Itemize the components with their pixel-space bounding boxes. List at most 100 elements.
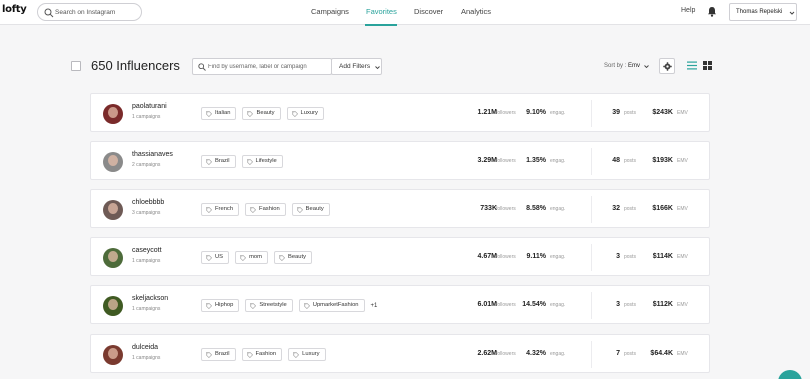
username[interactable]: dulceida — [132, 344, 158, 351]
nav-analytics[interactable]: Analytics — [461, 7, 491, 16]
influencer-row[interactable]: thassianaves 2 campaigns Brazil Lifestyle 3.… — [90, 141, 710, 180]
emv-unit: EMV — [677, 206, 688, 212]
label-tag[interactable]: Beauty — [291, 203, 330, 216]
engagement-unit: engag. — [550, 351, 566, 357]
campaign-count: 1 campaigns — [132, 258, 161, 264]
avatar[interactable] — [103, 104, 123, 124]
label-tag[interactable]: Beauty — [273, 251, 313, 264]
find-input[interactable] — [208, 60, 330, 73]
label-tag[interactable]: Luxury — [286, 107, 324, 120]
tag-icon — [250, 207, 257, 213]
label-tag[interactable]: Brazil — [201, 348, 236, 361]
settings-button[interactable] — [659, 58, 675, 74]
find-filter[interactable] — [192, 58, 332, 75]
label-tag[interactable]: Lifestyle — [241, 155, 283, 168]
username[interactable]: paolaturani — [132, 103, 167, 110]
label-tag[interactable]: Fashion — [241, 348, 283, 361]
label-tag[interactable]: UpmarketFashion — [298, 299, 365, 312]
label-tag-text: Streetstyle — [259, 302, 287, 308]
gear-icon — [663, 62, 672, 71]
label-tag-text: Brazil — [215, 351, 230, 357]
posts-unit: posts — [624, 110, 636, 116]
more-tags-count[interactable]: +1 — [371, 303, 378, 309]
label-tag[interactable]: Fashion — [245, 203, 286, 216]
username[interactable]: caseycott — [132, 247, 162, 254]
label-tag[interactable]: Brazil — [201, 155, 236, 168]
instagram-search[interactable]: Search on Instagram — [37, 3, 142, 21]
influencer-row[interactable]: skeljackson 1 campaigns Hiphop Streetstyle U… — [90, 285, 710, 324]
lofty-logo[interactable]: lofty — [2, 4, 27, 15]
username[interactable]: chloebbbb — [132, 199, 164, 206]
followers-unit: followers — [496, 158, 516, 164]
label-tag-text: Fashion — [259, 206, 280, 212]
nav-campaigns[interactable]: Campaigns — [311, 7, 349, 16]
tag-icon — [206, 159, 212, 165]
influencer-count: 650 Influencers — [91, 58, 180, 73]
label-tag[interactable]: Streetstyle — [245, 299, 293, 312]
tag-icon — [250, 303, 257, 309]
tag-icon — [296, 207, 303, 213]
emv-unit: EMV — [677, 158, 688, 164]
label-tag-text: mom — [249, 254, 262, 260]
tag-icon — [293, 352, 300, 358]
avatar[interactable] — [103, 248, 123, 268]
help-link[interactable]: Help — [681, 7, 695, 14]
list-view-icon[interactable] — [687, 61, 697, 70]
posts-unit: posts — [624, 158, 636, 164]
tag-icon — [206, 207, 212, 213]
influencer-row[interactable]: paolaturani 1 campaigns Italian Beauty Luxur… — [90, 93, 710, 132]
username[interactable]: thassianaves — [132, 151, 173, 158]
influencer-row[interactable]: caseycott 1 campaigns US mom Beauty 4.67M foll… — [90, 237, 710, 276]
engagement-unit: engag. — [550, 206, 566, 212]
followers-unit: followers — [496, 206, 516, 212]
label-tag-text: Luxury — [302, 351, 320, 357]
posts-unit: posts — [624, 351, 636, 357]
grid-view-icon[interactable] — [703, 61, 712, 70]
label-tag[interactable]: French — [201, 203, 240, 216]
chevron-down-icon[interactable] — [644, 64, 649, 69]
avatar[interactable] — [103, 296, 123, 316]
help-chat-button[interactable] — [778, 370, 802, 379]
avatar[interactable] — [103, 200, 123, 220]
tag-icon — [206, 255, 212, 261]
label-tag[interactable]: Hiphop — [201, 299, 240, 312]
label-tag[interactable]: mom — [235, 251, 268, 264]
user-menu[interactable]: Thomas Repelski — [729, 3, 797, 21]
emv-value: $243K — [652, 109, 673, 116]
followers-unit: followers — [496, 110, 516, 116]
engagement-unit: engag. — [550, 158, 566, 164]
tag-icon — [291, 111, 298, 117]
label-tag-text: French — [215, 206, 234, 212]
label-tag[interactable]: US — [201, 251, 230, 264]
emv-unit: EMV — [677, 351, 688, 357]
search-icon — [44, 8, 54, 18]
nav-discover[interactable]: Discover — [414, 7, 443, 16]
username[interactable]: skeljackson — [132, 295, 168, 302]
tag-icon — [247, 111, 254, 117]
influencer-row[interactable]: chloebbbb 3 campaigns French Fashion Beauty 7… — [90, 189, 710, 228]
sort-by-dropdown[interactable]: Sort by : Emv — [604, 63, 640, 69]
influencer-row[interactable]: dulceida 1 campaigns Brazil Fashion Luxury 2.… — [90, 334, 710, 373]
select-all-checkbox[interactable] — [71, 61, 81, 71]
divider — [591, 244, 592, 271]
followers-value: 1.21M — [477, 109, 497, 116]
label-tag[interactable]: Italian — [201, 107, 237, 120]
label-tag[interactable]: Luxury — [288, 348, 326, 361]
label-tags: US mom Beauty — [201, 251, 313, 264]
avatar[interactable] — [103, 152, 123, 172]
posts-value: 3 — [616, 301, 620, 308]
label-tag-text: UpmarketFashion — [312, 302, 359, 308]
avatar[interactable] — [103, 345, 123, 365]
engagement-value: 9.10% — [526, 109, 546, 116]
nav-favorites[interactable]: Favorites — [366, 7, 397, 16]
engagement-value: 4.32% — [526, 350, 546, 357]
posts-value: 48 — [612, 157, 620, 164]
label-tags: French Fashion Beauty — [201, 203, 330, 216]
bell-icon[interactable] — [707, 6, 717, 17]
add-filters-button[interactable]: Add Filters — [331, 58, 382, 75]
followers-unit: followers — [496, 351, 516, 357]
label-tag[interactable]: Beauty — [242, 107, 281, 120]
tag-icon — [303, 303, 310, 309]
search-icon — [198, 63, 206, 71]
engagement-value: 9.11% — [526, 253, 546, 260]
